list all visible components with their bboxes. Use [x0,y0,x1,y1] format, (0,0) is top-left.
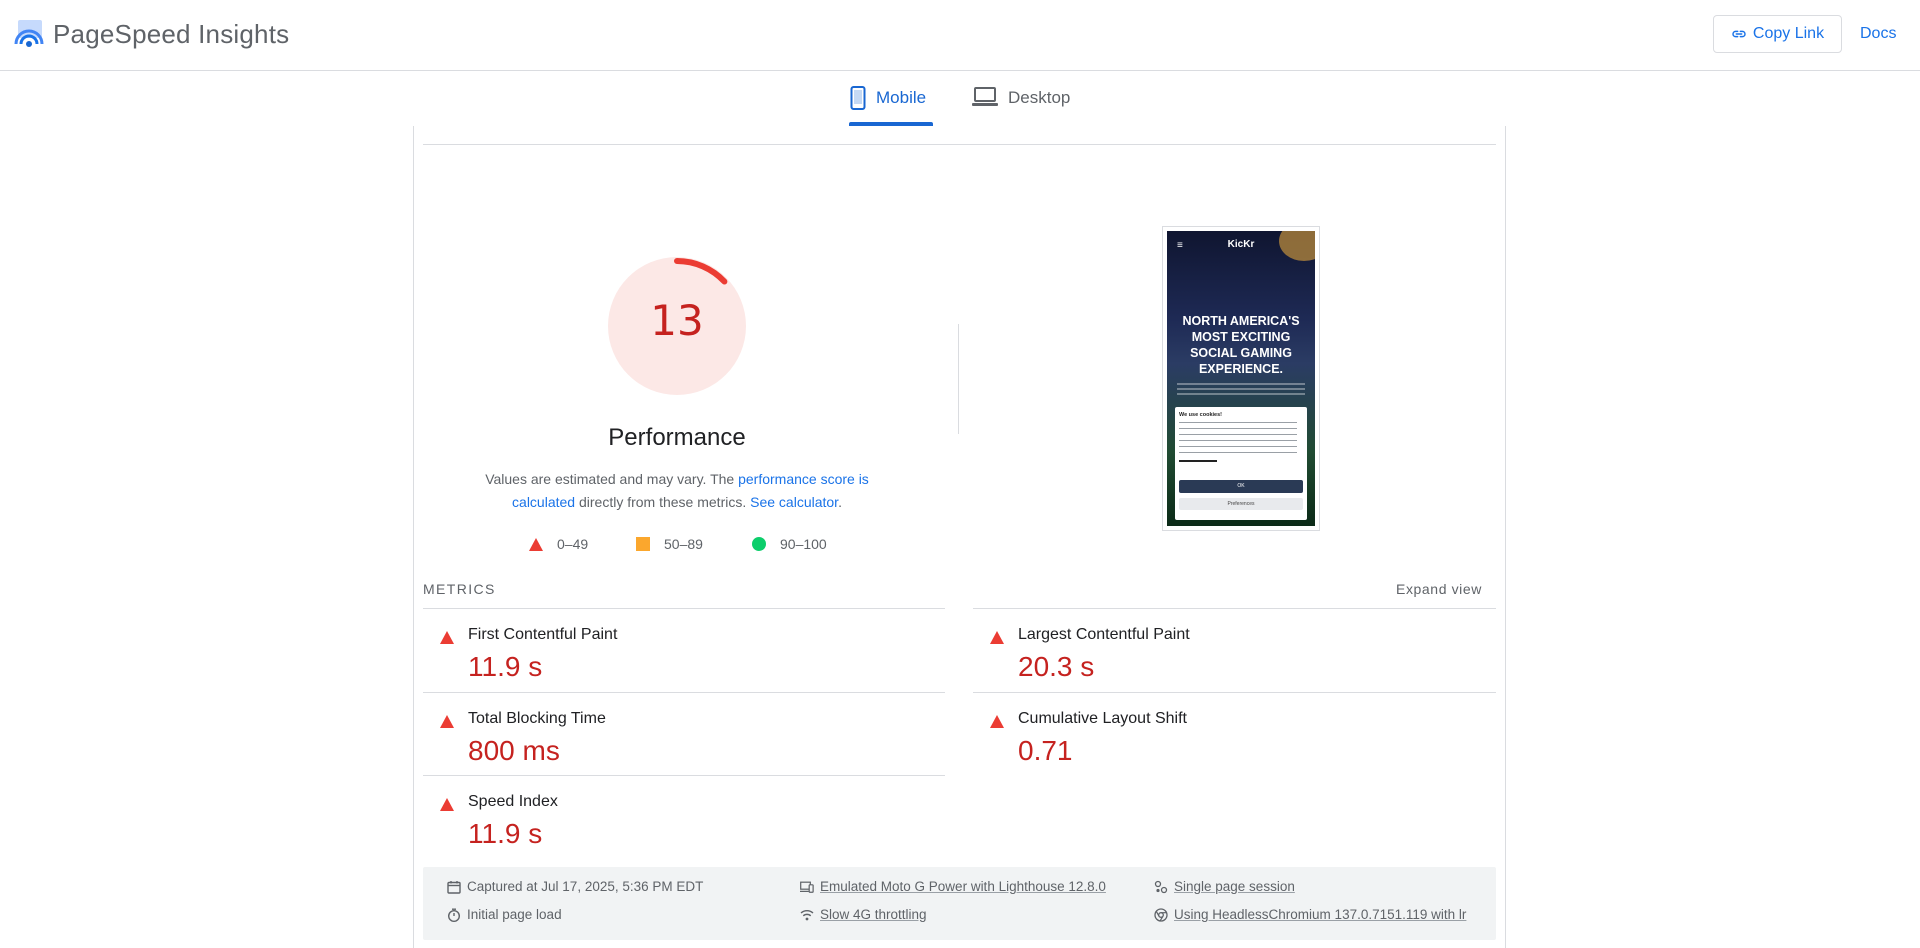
captured-at: Captured at Jul 17, 2025, 5:36 PM EDT [447,879,703,894]
pass-circle-icon [752,537,766,551]
metric-value: 800 ms [468,735,560,766]
tab-desktop-label: Desktop [1008,88,1071,107]
fail-triangle-icon [990,715,1004,728]
fail-triangle-icon [440,715,454,728]
calendar-icon [447,880,461,894]
captured-at-text: Captured at Jul 17, 2025, 5:36 PM EDT [467,879,704,894]
emulated-device-text: Emulated Moto G Power with Lighthouse 12… [820,879,1106,894]
vertical-divider [958,324,959,434]
fail-triangle-icon [529,537,543,551]
legend-fail: 0–49 [529,536,588,552]
devices-icon [800,881,814,893]
legend-fail-label: 0–49 [557,536,589,552]
tab-mobile-label: Mobile [876,88,927,107]
cookie-preferences-button: Preferences [1179,498,1303,510]
score-description: Values are estimated and may vary. The p… [470,468,884,514]
fail-triangle-icon [440,798,454,811]
tab-desktop[interactable]: Desktop [972,86,1070,128]
metric-largest-contentful-paint: Largest Contentful Paint 20.3 s [973,609,1493,691]
metric-speed-index: Speed Index 11.9 s [423,776,943,858]
metric-cumulative-layout-shift: Cumulative Layout Shift 0.71 [973,693,1493,775]
expand-view-toggle[interactable]: Expand view [1396,581,1482,597]
link-icon [1732,30,1746,38]
metric-label: Speed Index [468,793,558,810]
legend-pass: 90–100 [752,536,827,552]
description-text-1: Values are estimated and may vary. The [485,471,739,487]
description-text-3: . [838,494,842,510]
pagespeed-logo-icon [14,20,44,47]
final-screenshot: ≡ KicKr NORTH AMERICA'S MOST EXCITING SO… [1167,231,1315,526]
smartphone-icon [850,86,866,110]
average-square-icon [636,537,650,551]
screenshot-subtext [1177,383,1305,397]
metric-value: 11.9 s [468,651,543,682]
category-title: Performance [608,424,746,451]
app-header: PageSpeed Insights Copy Link Docs [0,0,1920,71]
metric-total-blocking-time: Total Blocking Time 800 ms [423,693,943,775]
browser-version-text: Using HeadlessChromium 137.0.7151.119 wi… [1174,907,1467,922]
metric-value: 11.9 s [468,818,543,849]
network-throttling[interactable]: Slow 4G throttling [800,907,927,922]
cookie-title: We use cookies! [1179,412,1222,418]
cookie-choose-link [1179,460,1217,462]
laptop-icon [972,87,998,106]
cookie-ok-button: OK [1179,480,1303,493]
description-text-2: directly from these metrics. [575,494,751,510]
emulated-device[interactable]: Emulated Moto G Power with Lighthouse 12… [800,879,1106,894]
network-throttling-text: Slow 4G throttling [820,907,927,922]
legend-average-label: 50–89 [664,536,703,552]
single-page-session-text: Single page session [1174,879,1295,894]
performance-score: 13 [650,296,704,345]
fail-triangle-icon [440,631,454,644]
wifi-icon [800,909,814,920]
app-title: PageSpeed Insights [53,19,290,49]
screenshot-headline: NORTH AMERICA'S MOST EXCITING SOCIAL GAM… [1182,314,1300,376]
metric-value: 20.3 s [1018,651,1095,682]
metric-label: Total Blocking Time [468,710,606,727]
browser-version[interactable]: Using HeadlessChromium 137.0.7151.119 wi… [1154,907,1484,922]
runtime-info-panel: Captured at Jul 17, 2025, 5:36 PM EDT In… [423,867,1496,940]
single-page-session[interactable]: Single page session [1154,879,1295,894]
device-tabs: Mobile Desktop [0,72,1920,128]
metrics-heading: METRICS [423,581,496,597]
cookie-text [1179,422,1297,458]
copy-link-button[interactable]: Copy Link [1713,15,1842,53]
report-divider [423,144,1496,145]
docs-link[interactable]: Docs [1860,25,1896,43]
metric-label: First Contentful Paint [468,626,618,643]
session-icon [1154,880,1168,893]
initial-page-load: Initial page load [447,907,562,922]
metric-label: Largest Contentful Paint [1018,626,1190,643]
metric-first-contentful-paint: First Contentful Paint 11.9 s [423,609,943,691]
fail-triangle-icon [990,631,1004,644]
screenshot-logo: KicKr [1227,239,1255,250]
metric-value: 0.71 [1018,735,1073,766]
screenshot-cookie-banner: We use cookies! OK Preferences [1175,407,1307,520]
legend-average: 50–89 [636,536,703,552]
copy-link-label: Copy Link [1752,25,1825,42]
legend-pass-label: 90–100 [780,536,827,552]
see-calculator-link[interactable]: See calculator [750,494,838,510]
initial-page-load-text: Initial page load [467,907,562,922]
timer-icon [448,908,460,922]
metric-label: Cumulative Layout Shift [1018,710,1187,727]
chrome-icon [1154,907,1168,922]
